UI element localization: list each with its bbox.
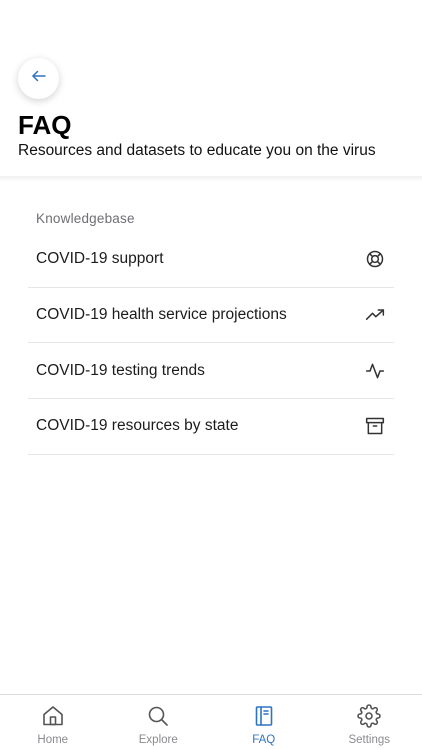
search-icon [145,703,171,729]
archive-icon [364,415,386,437]
list-item-health-service-projections[interactable]: COVID-19 health service projections [28,288,394,344]
knowledgebase-list: COVID-19 support COVID-19 health service… [28,232,394,455]
list-item-testing-trends[interactable]: COVID-19 testing trends [28,343,394,400]
list-item-covid-support[interactable]: COVID-19 support [28,232,394,288]
list-item-label: COVID-19 testing trends [36,361,205,379]
list-item-label: COVID-19 resources by state [36,417,239,435]
home-icon [40,703,66,729]
tab-settings[interactable]: Settings [317,695,422,750]
tab-label: Explore [138,734,178,746]
gear-icon [356,703,382,729]
page-subtitle: Resources and datasets to educate you on… [18,142,376,159]
arrow-left-icon [30,67,48,90]
book-icon [251,703,277,729]
tab-home[interactable]: Home [0,695,106,750]
list-item-resources-by-state[interactable]: COVID-19 resources by state [28,399,394,455]
list-item-label: COVID-19 support [36,250,164,268]
tab-label: Home [37,734,69,746]
tab-label: FAQ [252,734,276,746]
page-title: FAQ [18,110,72,140]
tab-label: Settings [348,734,391,746]
section-label-knowledgebase: Knowledgebase [36,211,135,226]
tab-faq[interactable]: FAQ [211,695,317,750]
trending-up-icon [364,304,386,326]
activity-icon [364,360,386,382]
tab-explore[interactable]: Explore [106,695,212,750]
header-divider [0,176,422,182]
list-item-label: COVID-19 health service projections [36,306,287,324]
bottom-tab-bar: Home Explore FAQ Settings [0,694,422,750]
back-button[interactable] [18,58,59,99]
lifebuoy-icon [364,248,386,270]
